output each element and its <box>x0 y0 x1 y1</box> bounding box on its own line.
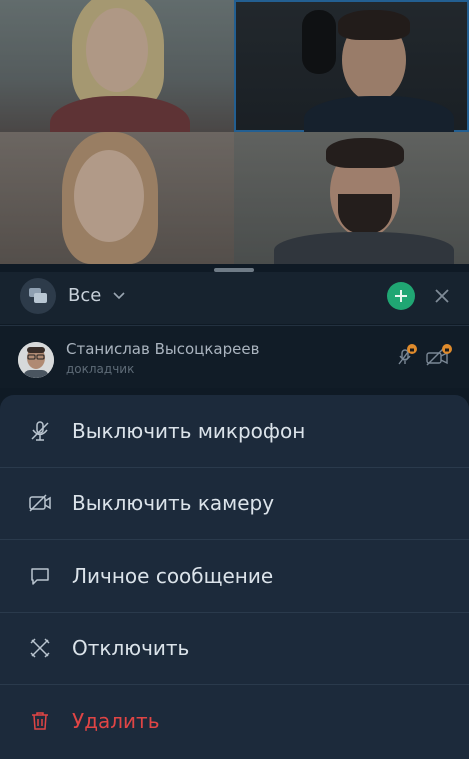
mute-microphone-action[interactable]: Выключить микрофон <box>0 395 469 467</box>
mic-off-icon <box>28 419 52 443</box>
disconnect-label: Отключить <box>72 636 190 660</box>
add-participant-button[interactable] <box>387 282 415 310</box>
participant-row[interactable]: Станислав Высоцкареев докладчик <box>0 326 469 388</box>
turn-off-camera-action[interactable]: Выключить камеру <box>0 467 469 539</box>
participant-status-icons <box>397 344 453 368</box>
remove-action[interactable]: Удалить <box>0 685 469 757</box>
video-tile-4[interactable] <box>234 132 469 264</box>
camera-off-icon <box>28 491 52 515</box>
trash-icon <box>28 709 52 733</box>
participants-header: Все <box>0 272 469 324</box>
remove-label: Удалить <box>72 709 160 733</box>
message-icon <box>28 564 52 588</box>
camera-off-locked-icon <box>426 344 452 366</box>
filter-dropdown-label[interactable]: Все <box>68 285 101 306</box>
close-icon <box>435 289 449 303</box>
private-message-label: Личное сообщение <box>72 564 274 588</box>
mute-microphone-label: Выключить микрофон <box>72 419 306 443</box>
chevron-down-icon[interactable] <box>112 288 126 302</box>
video-tile-1[interactable] <box>0 0 234 132</box>
disconnect-icon <box>28 636 52 660</box>
private-message-action[interactable]: Личное сообщение <box>0 540 469 612</box>
close-button[interactable] <box>430 284 454 308</box>
participant-action-sheet: Выключить микрофон Выключить камеру Личн… <box>0 395 469 759</box>
video-grid <box>0 0 469 264</box>
participant-role: докладчик <box>66 362 135 376</box>
mic-muted-locked-icon <box>398 344 417 365</box>
disconnect-action[interactable]: Отключить <box>0 612 469 684</box>
video-tile-3[interactable] <box>0 132 234 264</box>
participant-name: Станислав Высоцкареев <box>66 340 260 358</box>
chat-bubbles-icon <box>20 278 56 314</box>
plus-icon <box>395 290 407 302</box>
turn-off-camera-label: Выключить камеру <box>72 491 275 515</box>
avatar <box>18 342 54 378</box>
video-tile-2-active-speaker[interactable] <box>234 0 469 132</box>
